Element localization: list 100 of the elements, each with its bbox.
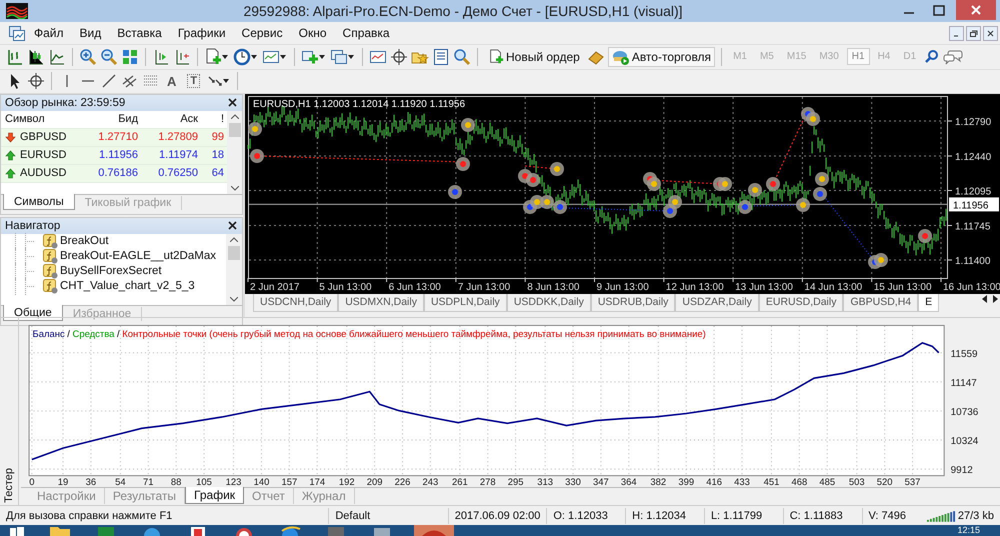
chart-tab[interactable]: USDMXN,Daily xyxy=(338,294,424,312)
trade-marker[interactable] xyxy=(766,176,780,191)
trade-marker[interactable] xyxy=(250,148,264,163)
trade-marker[interactable] xyxy=(526,172,540,187)
menu-item[interactable]: Графики xyxy=(170,26,234,40)
trade-marker[interactable] xyxy=(448,184,462,199)
column-header[interactable]: Бид xyxy=(83,113,138,126)
chart-tab[interactable]: USDCNH,Daily xyxy=(253,294,338,312)
chart-tab[interactable]: USDZAR,Daily xyxy=(675,294,759,312)
search-icon[interactable] xyxy=(924,48,940,65)
scroll-up-icon[interactable] xyxy=(230,114,238,119)
trade-marker[interactable] xyxy=(553,200,567,214)
chart-tab[interactable]: USDRUB,Daily xyxy=(590,294,676,312)
trade-marker[interactable] xyxy=(248,122,262,136)
expert-icon[interactable] xyxy=(43,234,58,249)
axis-label: 382 xyxy=(650,477,666,488)
new-order-button[interactable]: Новый ордер xyxy=(484,46,584,67)
menu-item[interactable]: Вид xyxy=(72,26,110,40)
expert-icon[interactable] xyxy=(43,264,58,279)
clock-icon[interactable] xyxy=(233,48,251,66)
caret-icon[interactable] xyxy=(280,54,286,59)
trade-marker[interactable] xyxy=(540,194,554,209)
column-header[interactable]: Символ xyxy=(1,113,83,126)
column-header[interactable]: ! xyxy=(198,113,227,126)
axis-label: 10736 xyxy=(950,406,978,418)
line-chart-icon[interactable] xyxy=(48,48,66,66)
tab[interactable]: Символы xyxy=(3,194,75,210)
text-tool[interactable]: A xyxy=(163,74,180,89)
text-label-tool[interactable]: T xyxy=(187,74,200,88)
trade-marker[interactable] xyxy=(796,198,810,212)
trade-marker[interactable] xyxy=(461,118,475,132)
zoom-out-icon[interactable] xyxy=(100,48,118,66)
trade-marker[interactable] xyxy=(668,194,682,209)
chart-window-icon[interactable] xyxy=(8,24,26,42)
status-text: 27/3 kb xyxy=(956,508,995,524)
symbol-row[interactable]: GBPUSD 1.27710 1.27809 99 xyxy=(1,128,227,147)
scrollbar-thumb[interactable] xyxy=(228,122,240,137)
menu-item[interactable]: Окно xyxy=(290,26,335,40)
bar-chart-icon[interactable] xyxy=(6,48,24,66)
column-header[interactable]: Аск xyxy=(138,113,198,126)
menu-item[interactable]: Файл xyxy=(26,26,72,40)
expert-icon[interactable] xyxy=(43,278,58,294)
tab[interactable]: График xyxy=(185,487,244,504)
tile-windows-icon[interactable] xyxy=(121,48,139,66)
scrollbar-thumb[interactable] xyxy=(228,246,240,260)
table-cell-text: 0.76250 xyxy=(157,167,198,180)
trade-marker[interactable] xyxy=(738,200,752,214)
scroll-down-icon[interactable] xyxy=(230,296,238,302)
close-icon[interactable] xyxy=(983,26,998,41)
close-icon[interactable] xyxy=(228,221,237,230)
price-label: 1.12095 xyxy=(955,186,992,198)
axis-label: 36 xyxy=(86,477,96,488)
trade-marker[interactable] xyxy=(456,156,470,171)
navigator-item[interactable]: BreakOut xyxy=(60,235,109,248)
trade-marker[interactable] xyxy=(748,182,762,197)
chart-tab[interactable]: USDDKK,Daily xyxy=(506,294,591,312)
scroll-up-icon[interactable] xyxy=(230,236,238,242)
magnifier-icon[interactable] xyxy=(453,48,471,66)
trade-marker[interactable] xyxy=(718,176,732,191)
scrollbar[interactable] xyxy=(227,110,242,194)
crosshair-icon[interactable] xyxy=(390,48,408,66)
zoom-in-icon[interactable] xyxy=(79,48,97,66)
menu-item[interactable]: Справка xyxy=(334,26,398,40)
caret-icon[interactable] xyxy=(223,79,230,84)
scroll-left-icon[interactable] xyxy=(980,294,990,304)
restore-icon[interactable] xyxy=(966,26,981,41)
document-plus-icon[interactable] xyxy=(204,48,222,66)
trade-marker[interactable] xyxy=(918,228,932,243)
caret-icon[interactable] xyxy=(222,54,228,59)
caret-icon[interactable] xyxy=(251,54,257,59)
trade-marker[interactable] xyxy=(550,162,564,176)
crosshair-icon[interactable] xyxy=(27,72,45,90)
close-icon[interactable] xyxy=(228,98,237,108)
auto-trading-button[interactable]: Авто-торговля xyxy=(608,46,716,67)
navigator-item[interactable]: BreakOut-EAGLE__ut2DaMax xyxy=(60,250,216,262)
chart-tab[interactable]: USDPLN,Daily xyxy=(424,294,507,312)
scroll-right-icon[interactable] xyxy=(990,294,1000,304)
chart-tab[interactable]: E xyxy=(918,294,940,312)
trade-marker[interactable] xyxy=(806,112,820,126)
trade-marker[interactable] xyxy=(647,176,661,191)
trade-marker[interactable] xyxy=(813,186,827,201)
navigator-item[interactable]: BuySellForexSecret xyxy=(60,265,162,278)
trade-marker[interactable] xyxy=(874,252,888,267)
chat-icon[interactable] xyxy=(943,48,964,65)
symbol-row[interactable]: EURUSD 1.11956 1.11974 18 xyxy=(1,146,227,165)
menu-item[interactable]: Сервис xyxy=(234,26,291,40)
scroll-down-icon[interactable] xyxy=(230,186,238,191)
caret-icon[interactable] xyxy=(348,54,354,59)
windows-icon[interactable] xyxy=(330,48,348,66)
expert-icon[interactable] xyxy=(43,248,58,264)
scrollbar[interactable] xyxy=(226,234,242,305)
list-icon[interactable] xyxy=(432,48,450,66)
trade-marker[interactable] xyxy=(815,172,829,186)
menu-item[interactable]: Вставка xyxy=(109,26,170,40)
symbol-row[interactable]: AUDUSD 0.76186 0.76250 64 xyxy=(1,164,227,183)
current-price-label: 1.11956 xyxy=(949,197,999,212)
candlestick-icon[interactable] xyxy=(27,48,45,66)
navigator-item[interactable]: CHT_Value_chart_v2_5_3 xyxy=(60,280,195,292)
caret-icon[interactable] xyxy=(319,54,325,59)
chart-tab[interactable]: EURUSD,Daily xyxy=(758,294,844,312)
